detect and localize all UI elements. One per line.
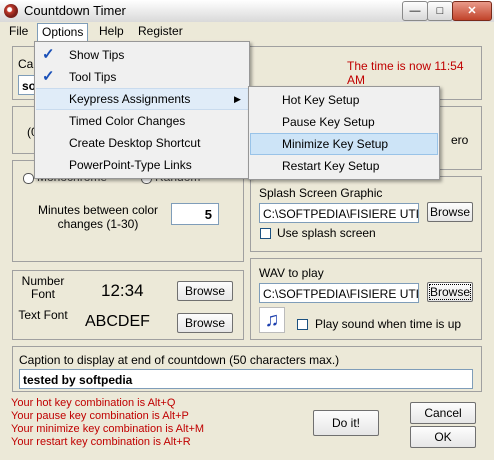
wav-panel: WAV to play C:\SOFTPEDIA\FISIERE UTILE B… xyxy=(250,258,482,340)
monochrome-radio[interactable] xyxy=(23,173,34,184)
end-caption-panel: Caption to display at end of countdown (… xyxy=(12,346,482,392)
menu-item-label: Tool Tips xyxy=(69,70,117,84)
menu-item-pause-key-setup[interactable]: Pause Key Setup xyxy=(250,111,438,133)
minimize-icon: — xyxy=(409,5,421,17)
music-note-icon[interactable]: ♫ xyxy=(259,307,285,333)
end-caption-input[interactable]: tested by softpedia xyxy=(19,369,473,389)
pause-key-status: Your pause key combination is Alt+P xyxy=(11,410,189,422)
ok-button[interactable]: OK xyxy=(410,426,476,448)
menu-register[interactable]: Register xyxy=(134,24,187,39)
number-font-sample: 12:34 xyxy=(101,281,144,300)
use-splash-checkbox[interactable] xyxy=(260,228,271,239)
minutes-input[interactable]: 5 xyxy=(171,203,219,225)
menu-item-timed-color-changes[interactable]: Timed Color Changes xyxy=(36,110,248,132)
menu-item-label: Pause Key Setup xyxy=(282,115,375,129)
menu-item-label: Hot Key Setup xyxy=(282,93,360,107)
splash-browse-button[interactable]: Browse xyxy=(427,202,473,222)
maximize-window-button[interactable]: □ xyxy=(427,1,453,21)
menu-item-label: Keypress Assignments xyxy=(69,92,191,106)
minutes-label: Minutes between color changes (1-30) xyxy=(37,203,159,231)
submenu-arrow-icon: ▶ xyxy=(234,94,241,104)
cancel-button[interactable]: Cancel xyxy=(410,402,476,424)
keypress-submenu: Hot Key Setup Pause Key Setup Minimize K… xyxy=(248,86,440,180)
menu-item-label: Restart Key Setup xyxy=(282,159,380,173)
text-font-browse-button[interactable]: Browse xyxy=(177,313,233,333)
menu-item-show-tips[interactable]: ✓ Show Tips xyxy=(36,44,248,66)
maximize-icon: □ xyxy=(436,5,444,17)
play-sound-label: Play sound when time is up xyxy=(315,317,462,331)
menu-item-tool-tips[interactable]: ✓ Tool Tips xyxy=(36,66,248,88)
menu-item-hot-key-setup[interactable]: Hot Key Setup xyxy=(250,89,438,111)
close-window-button[interactable]: ✕ xyxy=(452,1,492,21)
play-sound-checkbox[interactable] xyxy=(297,319,308,330)
do-it-button[interactable]: Do it! xyxy=(313,410,379,436)
menu-file[interactable]: File xyxy=(5,24,32,39)
use-splash-label: Use splash screen xyxy=(277,226,376,240)
end-caption-label: Caption to display at end of countdown (… xyxy=(19,353,340,367)
menu-bar: File Options Help Register xyxy=(0,22,494,42)
partial-text-right: ero xyxy=(451,133,469,147)
time-status: The time is now 11:54 AM xyxy=(347,59,464,87)
minimize-key-status: Your minimize key combination is Alt+M xyxy=(11,423,205,435)
splash-label: Splash Screen Graphic xyxy=(259,186,383,200)
splash-panel: Splash Screen Graphic C:\SOFTPEDIA\FISIE… xyxy=(250,176,482,252)
number-font-browse-button[interactable]: Browse xyxy=(177,281,233,301)
menu-item-minimize-key-setup[interactable]: Minimize Key Setup xyxy=(250,133,438,155)
menu-item-powerpoint-links[interactable]: PowerPoint-Type Links xyxy=(36,154,248,176)
minimize-window-button[interactable]: — xyxy=(402,1,428,21)
title-bar[interactable]: Countdown Timer — □ ✕ xyxy=(0,0,494,23)
wav-label: WAV to play xyxy=(259,266,324,280)
checkmark-icon: ✓ xyxy=(42,68,55,85)
close-icon: ✕ xyxy=(467,5,477,17)
menu-item-label: Minimize Key Setup xyxy=(282,137,389,151)
menu-item-label: Create Desktop Shortcut xyxy=(69,136,201,150)
splash-path-input[interactable]: C:\SOFTPEDIA\FISIERE UTILE xyxy=(259,203,419,223)
clock-app-icon xyxy=(4,4,18,18)
menu-item-label: Show Tips xyxy=(69,48,125,62)
menu-item-keypress-assignments[interactable]: Keypress Assignments ▶ xyxy=(36,88,248,110)
hot-key-status: Your hot key combination is Alt+Q xyxy=(11,397,176,409)
wav-browse-button[interactable]: Browse xyxy=(427,282,473,302)
fonts-panel: Number Font 12:34 Browse Text Font ABCDE… xyxy=(12,270,244,340)
menu-help[interactable]: Help xyxy=(95,24,128,39)
menu-item-label: Timed Color Changes xyxy=(69,114,186,128)
text-font-label: Text Font xyxy=(18,308,68,322)
menu-options[interactable]: Options xyxy=(37,23,89,42)
wav-path-input[interactable]: C:\SOFTPEDIA\FISIERE UTILE xyxy=(259,283,419,303)
window-title: Countdown Timer xyxy=(24,3,126,18)
menu-item-create-desktop-shortcut[interactable]: Create Desktop Shortcut xyxy=(36,132,248,154)
options-dropdown: ✓ Show Tips ✓ Tool Tips Keypress Assignm… xyxy=(34,41,250,179)
checkmark-icon: ✓ xyxy=(42,46,55,63)
number-font-label: Number Font xyxy=(21,274,65,301)
restart-key-status: Your restart key combination is Alt+R xyxy=(11,436,191,448)
menu-item-restart-key-setup[interactable]: Restart Key Setup xyxy=(250,155,438,177)
text-font-sample: ABCDEF xyxy=(85,313,150,330)
menu-item-label: PowerPoint-Type Links xyxy=(69,158,192,172)
